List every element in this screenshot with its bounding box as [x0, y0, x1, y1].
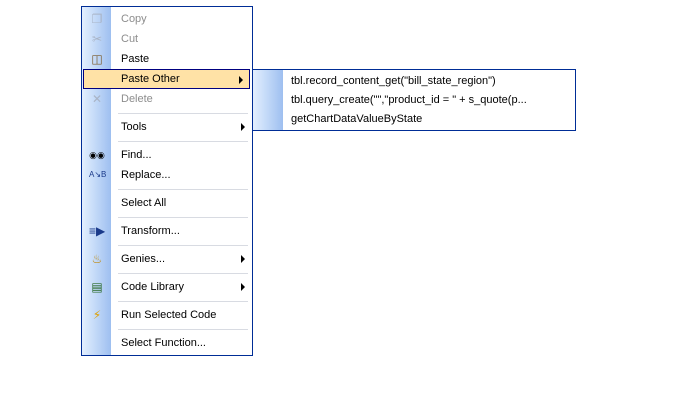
- genie-lamp-icon: ♨: [91, 252, 103, 266]
- menu-item-cut[interactable]: ✂ Cut: [83, 29, 251, 49]
- context-menu: ❐ Copy ✂ Cut ◫ Paste Paste Other ✕ Delet…: [81, 6, 253, 356]
- menu-item-paste-other[interactable]: Paste Other: [83, 69, 250, 89]
- menu-item-delete[interactable]: ✕ Delete: [83, 89, 251, 109]
- menu-item-label: Select Function...: [121, 337, 206, 349]
- book-icon: ▤: [91, 280, 103, 294]
- copy-icon: ❐: [91, 12, 103, 26]
- menu-separator: [118, 329, 248, 330]
- delete-icon: ✕: [91, 92, 103, 106]
- menu-item-label: Transform...: [121, 225, 180, 237]
- menu-separator: [118, 141, 248, 142]
- menu-item-select-function[interactable]: Select Function...: [83, 333, 251, 353]
- paste-other-submenu: tbl.record_content_get("bill_state_regio…: [252, 69, 576, 131]
- menu-item-label: Cut: [121, 33, 139, 45]
- menu-item-label: Find...: [121, 149, 152, 161]
- menu-item-label: Paste: [121, 53, 150, 65]
- submenu-item-record-content-get[interactable]: tbl.record_content_get("bill_state_regio…: [291, 72, 569, 91]
- menu-item-label: Run Selected Code: [121, 309, 217, 321]
- menu-item-label: Paste Other: [121, 73, 180, 85]
- submenu-arrow-icon: [241, 123, 245, 131]
- menu-item-find[interactable]: ◉◉ Find...: [83, 145, 251, 165]
- menu-item-genies[interactable]: ♨ Genies...: [83, 249, 251, 269]
- menu-item-label: Delete: [121, 93, 153, 105]
- menu-item-label: Code Library: [121, 281, 184, 293]
- menu-separator: [118, 217, 248, 218]
- submenu-arrow-icon: [241, 255, 245, 263]
- menu-item-paste[interactable]: ◫ Paste: [83, 49, 251, 69]
- menu-item-label: Genies...: [121, 253, 166, 265]
- submenu-item-get-chart-data-value[interactable]: getChartDataValueByState: [291, 110, 569, 129]
- menu-item-label: Copy: [121, 13, 147, 25]
- submenu-arrow-icon: [241, 283, 245, 291]
- menu-separator: [118, 113, 248, 114]
- menu-separator: [118, 245, 248, 246]
- menu-item-replace[interactable]: A↘B Replace...: [83, 165, 251, 185]
- menu-item-code-library[interactable]: ▤ Code Library: [83, 277, 251, 297]
- menu-item-run-selected-code[interactable]: ⚡ Run Selected Code: [83, 305, 251, 325]
- replace-icon: A↘B: [89, 170, 107, 179]
- menu-separator: [118, 301, 248, 302]
- menu-item-transform[interactable]: ≡▶ Transform...: [83, 221, 251, 241]
- cut-icon: ✂: [91, 32, 103, 46]
- menu-item-tools[interactable]: Tools: [83, 117, 251, 137]
- menu-item-label: Select All: [121, 197, 167, 209]
- lightning-icon: ⚡: [92, 308, 102, 322]
- menu-item-select-all[interactable]: Select All: [83, 193, 251, 213]
- submenu-arrow-icon: [239, 76, 243, 84]
- submenu-icon-gutter: [253, 70, 283, 130]
- menu-item-label: Replace...: [121, 169, 171, 181]
- paste-icon: ◫: [91, 52, 103, 66]
- submenu-item-query-create[interactable]: tbl.query_create("","product_id = " + s_…: [291, 91, 569, 110]
- menu-separator: [118, 189, 248, 190]
- menu-item-label: Tools: [121, 121, 147, 133]
- binoculars-icon: ◉◉: [89, 150, 105, 160]
- menu-separator: [118, 273, 248, 274]
- transform-icon: ≡▶: [89, 224, 106, 238]
- menu-item-copy[interactable]: ❐ Copy: [83, 9, 251, 29]
